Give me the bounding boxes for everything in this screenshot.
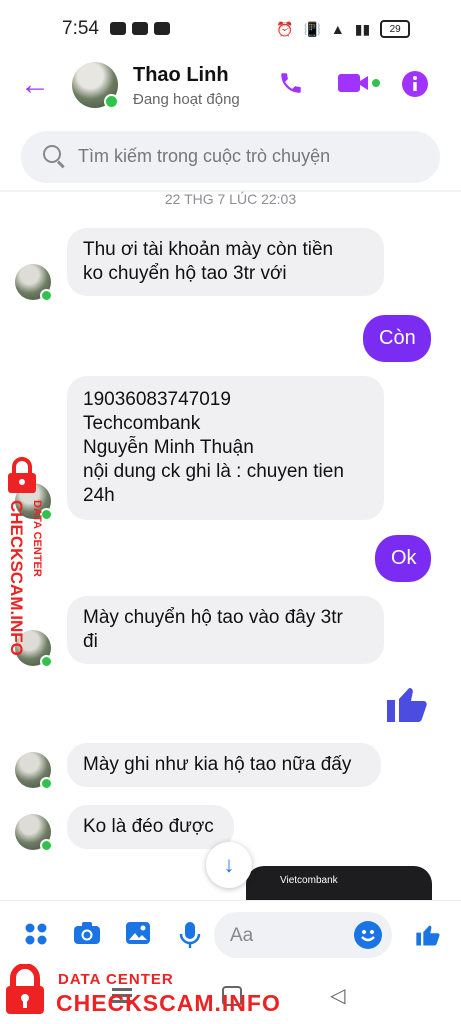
watermark-main-text: CHECKSCAM.INFO (56, 990, 281, 1016)
messenger-icon (132, 22, 148, 35)
status-system-icons: ⏰ 📳 ▲ ▮▮ 29 (276, 20, 411, 38)
preview-label: Vietcombank (280, 875, 338, 886)
sender-avatar[interactable] (15, 264, 53, 302)
info-icon[interactable] (401, 70, 429, 105)
message-line: Ko là đéo được (83, 816, 214, 837)
watermark-lock-logo (4, 963, 46, 1016)
outgoing-message[interactable]: Ok (375, 535, 431, 582)
message-line: ko chuyển hộ tao 3tr với (83, 263, 287, 284)
apps-grid-icon[interactable] (22, 921, 50, 949)
watermark-vertical-top: DATA CENTER (31, 500, 43, 577)
video-call-icon[interactable] (338, 70, 380, 103)
contact-avatar[interactable] (72, 62, 119, 109)
message-input[interactable]: Aa (214, 912, 392, 958)
alarm-icon: ⏰ (276, 20, 294, 37)
message-line: Nguyễn Minh Thuận (83, 437, 254, 458)
message-line: Mày chuyển hộ tao vào đây 3tr (83, 607, 343, 628)
emoji-icon[interactable] (354, 921, 382, 949)
online-dot (40, 289, 53, 302)
status-app-icons (110, 22, 170, 35)
message-text: Còn (379, 327, 416, 349)
message-line: 19036083747019 (83, 389, 231, 410)
vibrate-icon: 📳 (303, 20, 321, 37)
back-arrow-icon[interactable]: ← (20, 70, 52, 102)
youtube-icon (154, 22, 170, 35)
like-button-icon[interactable] (414, 921, 442, 949)
message-composer: Aa (0, 900, 461, 969)
message-text: Ok (391, 547, 417, 569)
gallery-icon[interactable] (124, 921, 152, 949)
presence-status: Đang hoạt động (133, 91, 240, 108)
message-line: Techcombank (83, 413, 201, 434)
status-time: 7:54 (62, 18, 99, 39)
watermark-top-text: DATA CENTER (58, 971, 174, 988)
status-bar: 7:54 ⏰ 📳 ▲ ▮▮ 29 (0, 0, 461, 58)
incoming-message[interactable]: Thu ơi tài khoản mày còn tiền ko chuyển … (67, 228, 384, 296)
message-line: Thu ơi tài khoản mày còn tiền (83, 239, 334, 260)
scroll-down-button[interactable]: ↓ (206, 842, 252, 888)
incoming-message[interactable]: Mày ghi như kia hộ tao nữa đấy (67, 743, 381, 787)
watermark-vertical-main: CHECKSCAM.INFO (7, 500, 26, 656)
battery-icon: 29 (380, 20, 411, 38)
arrow-down-icon: ↓ (223, 852, 235, 877)
message-line: Mày ghi như kia hộ tao nữa đấy (83, 754, 352, 775)
camera-icon[interactable] (73, 921, 101, 949)
chat-header: ← Thao Linh Đang hoạt động (0, 58, 461, 120)
message-line: nội dung ck ghi là : chuyen tien (83, 461, 344, 482)
online-dot (104, 94, 119, 109)
battery-level: 29 (389, 23, 401, 35)
phone-call-icon[interactable] (278, 70, 304, 103)
signal-icon: ▮▮ (354, 20, 371, 37)
outgoing-message[interactable]: Còn (363, 315, 431, 362)
sender-avatar[interactable] (15, 752, 53, 790)
incoming-message[interactable]: 19036083747019 Techcombank Nguyễn Minh T… (67, 376, 384, 520)
online-dot (40, 839, 53, 852)
message-line: 24h (83, 485, 115, 506)
contact-name[interactable]: Thao Linh (133, 64, 229, 87)
online-dot (40, 777, 53, 790)
incoming-message[interactable]: Mày chuyển hộ tao vào đây 3tr đi (67, 596, 384, 664)
search-placeholder: Tìm kiếm trong cuộc trò chuyện (78, 146, 331, 166)
thumbs-up-icon[interactable] (383, 680, 431, 728)
incoming-message[interactable]: Ko là đéo được (67, 805, 234, 849)
back-nav-icon[interactable]: ◁ (330, 983, 345, 1008)
message-input-placeholder: Aa (230, 925, 254, 946)
watermark-vertical-logo: CHECKSCAM.INFO DATA CENTER (4, 455, 48, 675)
conversation-search-field[interactable]: Tìm kiếm trong cuộc trò chuyện (21, 131, 440, 183)
message-timestamp: 22 THG 7 LÚC 22:03 (164, 191, 297, 207)
zalo-icon (110, 22, 126, 35)
search-icon (43, 145, 61, 163)
sender-avatar[interactable] (15, 814, 53, 852)
message-line: đi (83, 631, 98, 652)
wifi-icon: ▲ (330, 21, 345, 37)
microphone-icon[interactable] (176, 921, 204, 949)
